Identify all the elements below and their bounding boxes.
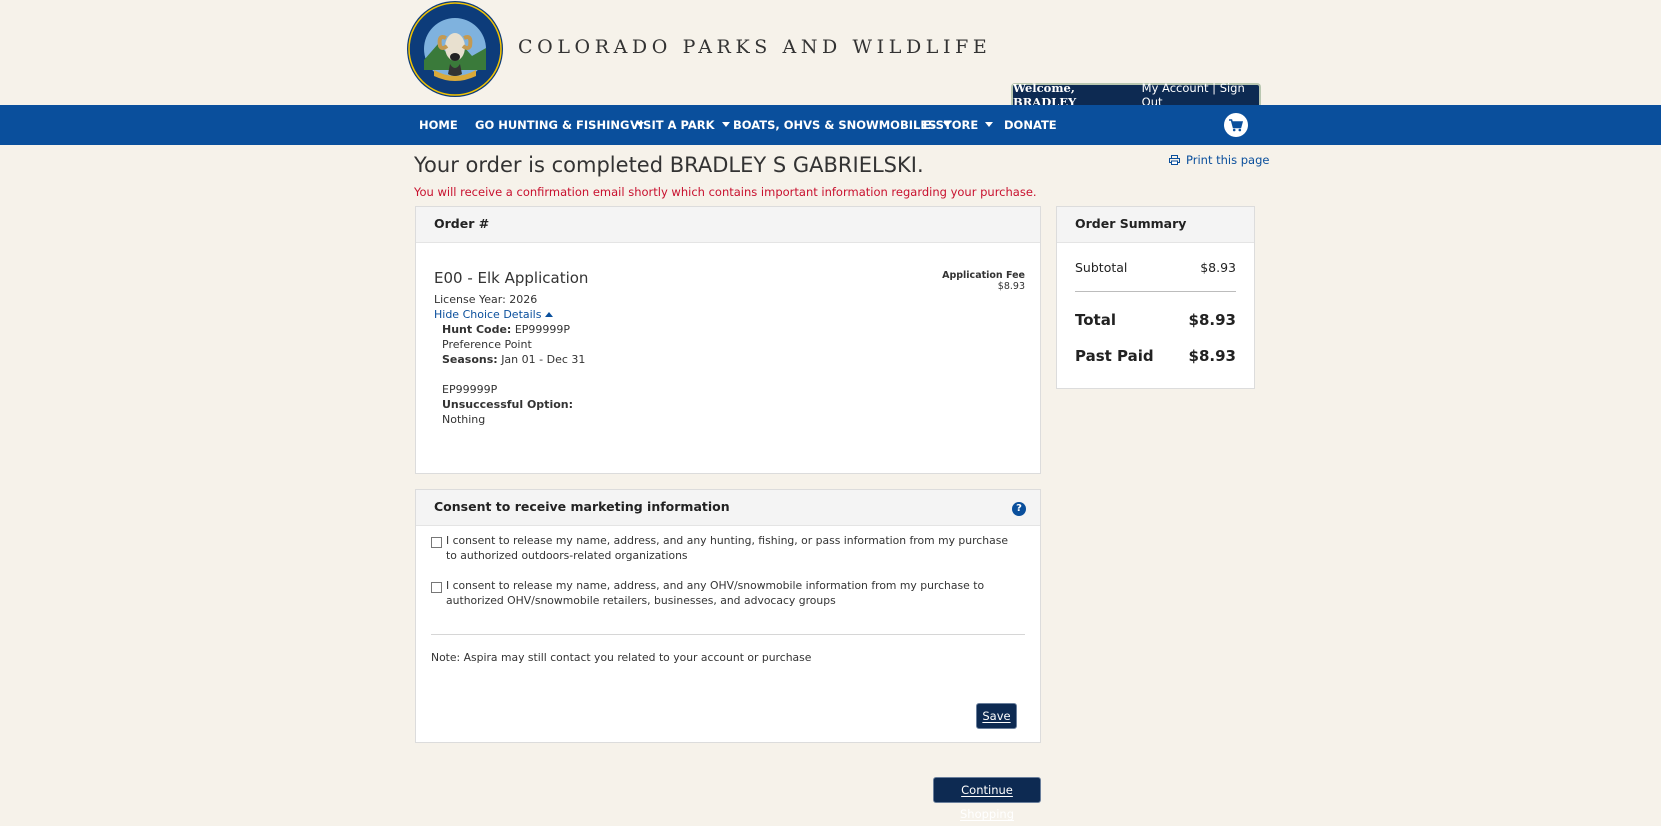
license-year: License Year: 2026 bbox=[434, 293, 538, 306]
site-brand: COLORADO PARKS AND WILDLIFE bbox=[518, 36, 992, 58]
my-account-link[interactable]: My Account bbox=[1142, 81, 1209, 95]
account-bar: Welcome, BRADLEY My Account | Sign Out bbox=[1011, 81, 1261, 109]
nav-park-label: VISIT A PARK bbox=[630, 118, 715, 132]
main-nav: HOME GO HUNTING & FISHING VISIT A PARK B… bbox=[0, 105, 1661, 145]
print-page-label: Print this page bbox=[1186, 153, 1270, 167]
confirmation-notice: You will receive a confirmation email sh… bbox=[414, 185, 1037, 199]
fee-value: $8.93 bbox=[997, 281, 1025, 292]
subtotal-row: Subtotal $8.93 bbox=[1075, 260, 1236, 275]
print-page-link[interactable]: Print this page bbox=[1169, 153, 1269, 167]
paid-row: Past Paid $8.93 bbox=[1075, 347, 1236, 365]
consent-outdoors-label: I consent to release my name, address, a… bbox=[446, 534, 1008, 562]
nav-donate-label: DONATE bbox=[1004, 118, 1057, 132]
nav-home[interactable]: HOME bbox=[419, 105, 458, 145]
chevron-up-icon bbox=[545, 312, 554, 317]
page-title: Your order is completed BRADLEY S GABRIE… bbox=[414, 153, 924, 177]
consent-outdoors-checkbox[interactable] bbox=[431, 537, 442, 548]
nav-home-label: HOME bbox=[419, 118, 458, 132]
printer-icon bbox=[1169, 155, 1180, 165]
consent-ohv-checkbox[interactable] bbox=[431, 582, 442, 593]
cart-button[interactable] bbox=[1224, 113, 1248, 137]
nav-visit-a-park[interactable]: VISIT A PARK bbox=[630, 105, 730, 145]
nav-e-store[interactable]: E-STORE bbox=[923, 105, 994, 145]
order-item-title: E00 - Elk Application bbox=[434, 269, 589, 287]
subtotal-value: $8.93 bbox=[1200, 260, 1236, 275]
seasons-value: Jan 01 - Dec 31 bbox=[501, 353, 586, 366]
nav-boats-label: BOATS, OHVS & SNOWMOBILES bbox=[733, 118, 937, 132]
nav-estore-label: E-STORE bbox=[923, 118, 979, 132]
unsuccessful-label-text: Unsuccessful Option: bbox=[442, 398, 573, 411]
total-value: $8.93 bbox=[1188, 311, 1236, 329]
save-button[interactable]: Save bbox=[976, 703, 1017, 729]
choice-code: EP99999P bbox=[442, 383, 498, 396]
divider bbox=[431, 634, 1025, 635]
total-row: Total $8.93 bbox=[1075, 311, 1236, 329]
preference-point: Preference Point bbox=[442, 338, 532, 351]
help-icon[interactable]: ? bbox=[1012, 502, 1026, 516]
chevron-down-icon bbox=[985, 122, 994, 127]
page: COLORADO PARKS AND WILDLIFE Welcome, BRA… bbox=[0, 0, 1661, 824]
nav-boats-ohvs[interactable]: BOATS, OHVS & SNOWMOBILES bbox=[733, 105, 952, 145]
total-label: Total bbox=[1075, 311, 1116, 329]
cpw-logo[interactable] bbox=[406, 0, 504, 98]
hunt-code-value: EP99999P bbox=[514, 323, 571, 336]
continue-shopping-button[interactable]: Continue Shopping bbox=[933, 777, 1041, 821]
fee-label: Application Fee bbox=[942, 270, 1025, 281]
summary-divider bbox=[1075, 291, 1236, 292]
paid-label: Past Paid bbox=[1075, 347, 1154, 365]
order-panel: Order # E00 - Elk Application Applicatio… bbox=[415, 206, 1041, 474]
hide-choice-details-link[interactable]: Hide Choice Details bbox=[434, 308, 554, 321]
unsuccessful-option-label: Unsuccessful Option: bbox=[442, 398, 573, 411]
aspira-note: Note: Aspira may still contact you relat… bbox=[431, 651, 812, 664]
subtotal-label: Subtotal bbox=[1075, 260, 1128, 275]
chevron-down-icon bbox=[721, 122, 730, 127]
order-summary-header: Order Summary bbox=[1057, 207, 1254, 243]
consent-header: Consent to receive marketing information bbox=[416, 490, 1040, 526]
order-header: Order # bbox=[416, 207, 1040, 243]
seasons: Seasons: Jan 01 - Dec 31 bbox=[442, 353, 585, 366]
hide-details-label: Hide Choice Details bbox=[434, 308, 542, 321]
separator: | bbox=[1212, 81, 1217, 95]
application-fee: Application Fee $8.93 bbox=[942, 270, 1025, 292]
nav-donate[interactable]: DONATE bbox=[1004, 105, 1057, 145]
hunt-code-label: Hunt Code: bbox=[442, 323, 512, 336]
seasons-label: Seasons: bbox=[442, 353, 498, 366]
cart-icon bbox=[1229, 118, 1243, 131]
order-summary-panel: Order Summary Subtotal $8.93 Total $8.93… bbox=[1056, 206, 1255, 389]
nav-hunting-label: GO HUNTING & FISHING bbox=[475, 118, 630, 132]
consent-panel: Consent to receive marketing information… bbox=[415, 489, 1041, 743]
nav-go-hunting-fishing[interactable]: GO HUNTING & FISHING bbox=[475, 105, 645, 145]
unsuccessful-option-value: Nothing bbox=[442, 413, 486, 426]
paid-value: $8.93 bbox=[1188, 347, 1236, 365]
hunt-code: Hunt Code: EP99999P bbox=[442, 323, 570, 336]
consent-ohv-label: I consent to release my name, address, a… bbox=[446, 579, 985, 607]
